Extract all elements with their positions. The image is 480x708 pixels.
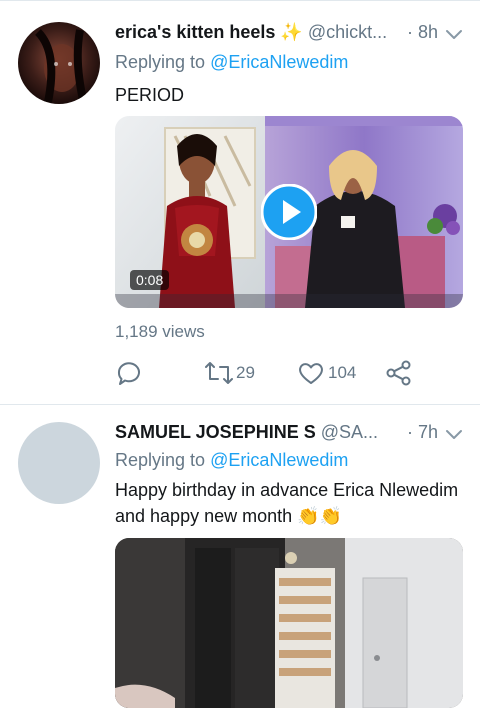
share-icon	[385, 359, 413, 387]
share-button[interactable]	[385, 358, 413, 388]
replying-label: Replying to	[115, 52, 206, 72]
comment-icon	[115, 359, 143, 387]
retweet-icon	[203, 359, 235, 387]
chevron-down-icon[interactable]	[444, 424, 464, 444]
sparkles-emoji: ✨	[280, 22, 303, 42]
tweet-1[interactable]: erica's kitten heels ✨ @chickt... · 8h R…	[0, 0, 480, 404]
view-count: 1,189 views	[115, 322, 205, 341]
retweet-button[interactable]: 29	[203, 358, 255, 388]
user-handle[interactable]: @SA...	[321, 422, 378, 442]
like-count: 104	[328, 363, 357, 382]
video-duration: 0:08	[130, 270, 170, 290]
tweet-actions: 29 104	[115, 358, 415, 388]
replying-to: Replying to @EricaNlewedim	[115, 450, 348, 471]
avatar-placeholder[interactable]	[18, 422, 100, 504]
display-name[interactable]: erica's kitten heels	[115, 22, 275, 42]
avatar[interactable]	[18, 22, 100, 104]
reply-button[interactable]	[115, 358, 143, 388]
replying-label: Replying to	[115, 450, 206, 470]
chevron-down-icon[interactable]	[444, 24, 464, 44]
replying-to: Replying to @EricaNlewedim	[115, 52, 348, 73]
tweet-text-content: Happy birthday in advance Erica Nlewedim…	[115, 480, 459, 526]
tweet-2[interactable]: SAMUEL JOSEPHINE S @SA... · 7h Replying …	[0, 405, 480, 708]
like-button[interactable]: 104	[297, 358, 356, 388]
clap-emoji: 👏👏	[297, 506, 342, 526]
tweet-photo[interactable]	[115, 538, 463, 708]
heart-icon	[297, 359, 325, 387]
timestamp[interactable]: · 8h	[407, 22, 438, 43]
display-name[interactable]: SAMUEL JOSEPHINE S	[115, 422, 316, 442]
user-handle[interactable]: @chickt...	[308, 22, 387, 42]
play-icon[interactable]	[260, 183, 318, 241]
timestamp[interactable]: · 7h	[407, 422, 438, 443]
tweet-text: PERIOD	[115, 85, 185, 105]
mention-link[interactable]: @EricaNlewedim	[210, 52, 348, 72]
mention-link[interactable]: @EricaNlewedim	[210, 450, 348, 470]
retweet-count: 29	[236, 363, 255, 382]
tweet-text: Happy birthday in advance Erica Nlewedim…	[115, 477, 460, 529]
